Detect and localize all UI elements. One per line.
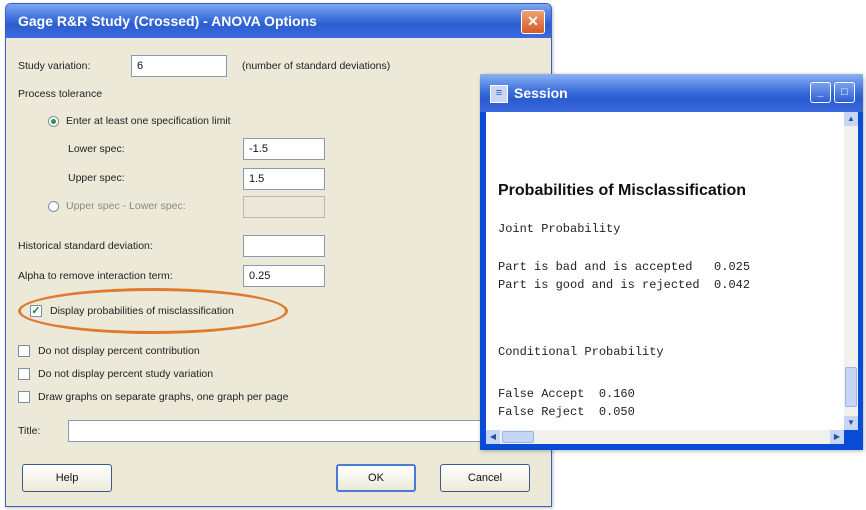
joint-row: Part is bad and is accepted 0.025 bbox=[498, 260, 751, 274]
separate-graphs-label: Draw graphs on separate graphs, one grap… bbox=[38, 391, 289, 403]
no-percent-study-checkbox[interactable] bbox=[18, 368, 30, 380]
session-window: ≡ Session _ □ Probabilities of Misclassi… bbox=[480, 74, 863, 450]
joint-probability-label: Joint Probability bbox=[498, 222, 621, 236]
lower-spec-label: Lower spec: bbox=[68, 143, 125, 155]
minimize-icon[interactable]: _ bbox=[810, 82, 831, 103]
anova-options-dialog: Gage R&R Study (Crossed) - ANOVA Options… bbox=[5, 3, 552, 507]
study-variation-input[interactable]: 6 bbox=[131, 55, 227, 77]
session-output: Probabilities of Misclassification Joint… bbox=[486, 112, 844, 430]
alpha-input[interactable]: 0.25 bbox=[243, 265, 325, 287]
no-percent-contribution-checkbox[interactable] bbox=[18, 345, 30, 357]
scroll-down-icon[interactable]: ▼ bbox=[844, 416, 858, 430]
horizontal-scroll-thumb[interactable] bbox=[502, 431, 534, 443]
historical-sd-label: Historical standard deviation: bbox=[18, 240, 153, 252]
cancel-button[interactable]: Cancel bbox=[440, 464, 530, 492]
horizontal-scrollbar[interactable]: ◀ ▶ bbox=[486, 430, 844, 444]
upper-minus-lower-radio[interactable] bbox=[48, 201, 59, 212]
vertical-scrollbar[interactable]: ▲ ▼ bbox=[844, 112, 858, 430]
spec-limit-radio-label: Enter at least one specification limit bbox=[66, 115, 231, 127]
upper-minus-lower-label: Upper spec - Lower spec: bbox=[66, 200, 186, 212]
scroll-left-icon[interactable]: ◀ bbox=[486, 430, 500, 444]
output-heading: Probabilities of Misclassification bbox=[498, 182, 747, 199]
maximize-icon[interactable]: □ bbox=[834, 82, 855, 103]
session-title: Session bbox=[514, 85, 568, 101]
study-variation-label: Study variation: bbox=[18, 60, 91, 72]
no-percent-contribution-label: Do not display percent contribution bbox=[38, 345, 200, 357]
session-titlebar[interactable]: ≡ Session _ □ bbox=[480, 74, 863, 112]
ok-button[interactable]: OK bbox=[336, 464, 416, 492]
study-variation-note: (number of standard deviations) bbox=[242, 60, 391, 72]
title-label: Title: bbox=[18, 425, 41, 437]
no-percent-study-label: Do not display percent study variation bbox=[38, 368, 214, 380]
misclassification-checkbox[interactable]: ✓ bbox=[30, 305, 42, 317]
close-icon[interactable]: ✕ bbox=[521, 10, 545, 34]
upper-spec-input[interactable]: 1.5 bbox=[243, 168, 325, 190]
conditional-probability-label: Conditional Probability bbox=[498, 345, 664, 359]
session-window-icon: ≡ bbox=[490, 85, 508, 103]
dialog-titlebar[interactable]: Gage R&R Study (Crossed) - ANOVA Options… bbox=[6, 4, 551, 38]
upper-spec-label: Upper spec: bbox=[68, 172, 125, 184]
conditional-row: False Accept 0.160 bbox=[498, 387, 635, 401]
joint-row: Part is good and is rejected 0.042 bbox=[498, 278, 751, 292]
scroll-up-icon[interactable]: ▲ bbox=[844, 112, 858, 126]
upper-minus-lower-input bbox=[243, 196, 325, 218]
spec-limit-radio[interactable] bbox=[48, 116, 59, 127]
historical-sd-input[interactable] bbox=[243, 235, 325, 257]
scroll-right-icon[interactable]: ▶ bbox=[830, 430, 844, 444]
help-button[interactable]: Help bbox=[22, 464, 112, 492]
lower-spec-input[interactable]: -1.5 bbox=[243, 138, 325, 160]
title-input[interactable] bbox=[68, 420, 538, 442]
separate-graphs-checkbox[interactable] bbox=[18, 391, 30, 403]
conditional-row: False Reject 0.050 bbox=[498, 405, 635, 419]
misclassification-checkbox-label: Display probabilities of misclassificati… bbox=[50, 305, 234, 317]
alpha-label: Alpha to remove interaction term: bbox=[18, 270, 173, 282]
dialog-title: Gage R&R Study (Crossed) - ANOVA Options bbox=[18, 13, 317, 29]
process-tolerance-label: Process tolerance bbox=[18, 88, 103, 100]
vertical-scroll-thumb[interactable] bbox=[845, 367, 857, 407]
